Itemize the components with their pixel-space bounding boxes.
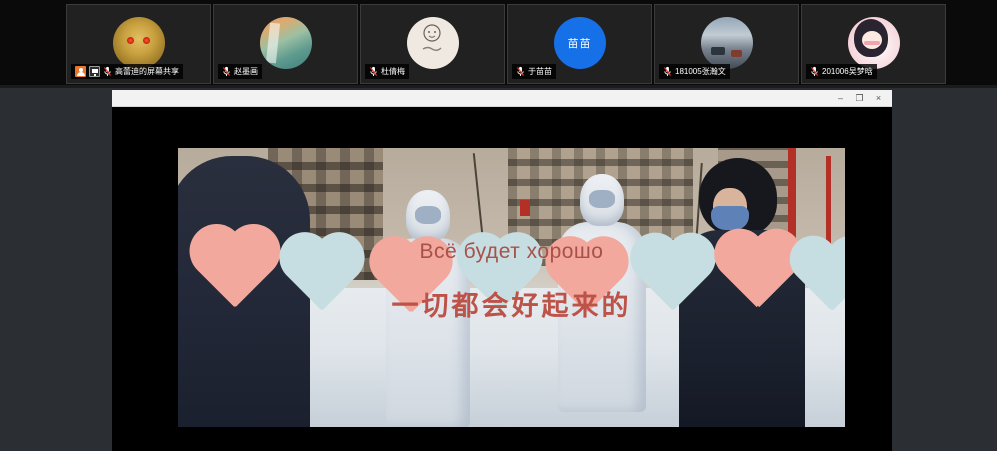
participant-tile[interactable]: 201006吴梦晗 <box>801 4 946 84</box>
scene-face-mask <box>711 206 749 230</box>
caption-russian: Всё будет хорошо <box>178 240 845 264</box>
scene-visor <box>415 206 441 224</box>
participant-label: 赵墨画 <box>218 64 262 79</box>
participant-label: 高蕾迪的屏幕共享 <box>71 64 183 79</box>
restore-button[interactable]: ❐ <box>852 92 867 105</box>
participant-tiles: 高蕾迪的屏幕共享 赵墨画 <box>66 4 946 84</box>
minimize-button[interactable]: – <box>833 92 848 105</box>
participant-tile[interactable]: 赵墨画 <box>213 4 358 84</box>
participant-tile-sharer[interactable]: 高蕾迪的屏幕共享 <box>66 4 211 84</box>
participant-strip: 高蕾迪的屏幕共享 赵墨画 <box>0 0 997 88</box>
shared-video-window: – ❐ × <box>112 90 892 451</box>
avatar-anime-girl <box>848 17 900 69</box>
participant-tile[interactable]: 苗苗 于苗苗 <box>507 4 652 84</box>
caption-chinese: 一切都会好起来的 <box>178 284 845 323</box>
participant-name: 赵墨画 <box>234 66 258 77</box>
participant-name: 于苗苗 <box>528 66 552 77</box>
video-frame: Всё будет хорошо 一切都会好起来的 <box>178 148 845 427</box>
close-button[interactable]: × <box>871 92 886 105</box>
avatar-detail <box>711 47 725 55</box>
avatar-detail <box>265 23 279 64</box>
mic-muted-icon <box>222 66 231 77</box>
mic-muted-icon <box>103 66 112 77</box>
avatar-street-photo <box>701 17 753 69</box>
avatar-doodle-face <box>407 17 459 69</box>
mic-muted-icon <box>663 66 672 77</box>
participant-tile[interactable]: 181005张瀚文 <box>654 4 799 84</box>
participant-label: 杜倩梅 <box>365 64 409 79</box>
participant-label: 181005张瀚文 <box>659 64 730 79</box>
avatar-detail <box>417 23 447 59</box>
participant-name: 201006吴梦晗 <box>822 66 873 77</box>
avatar-blue-initials: 苗苗 <box>554 17 606 69</box>
avatar-oil-painting <box>260 17 312 69</box>
video-player-background: Всё будет хорошо 一切都会好起来的 <box>112 107 892 451</box>
presenter-icon <box>75 66 86 77</box>
avatar-detail <box>127 37 134 44</box>
avatar-detail <box>862 31 882 49</box>
scene-visor <box>589 190 615 208</box>
avatar-golden-cat <box>113 17 165 69</box>
mic-muted-icon <box>369 66 378 77</box>
avatar-detail <box>143 37 150 44</box>
scene-red-flag <box>520 200 530 216</box>
participant-label: 于苗苗 <box>512 64 556 79</box>
shared-screen-area: – ❐ × <box>0 88 997 451</box>
participant-label: 201006吴梦晗 <box>806 64 877 79</box>
mic-muted-icon <box>516 66 525 77</box>
avatar-initials: 苗苗 <box>568 35 592 51</box>
mic-muted-icon <box>810 66 819 77</box>
avatar-detail <box>731 50 742 57</box>
avatar-detail <box>864 41 880 45</box>
participant-name: 181005张瀚文 <box>675 66 726 77</box>
participant-name: 高蕾迪的屏幕共享 <box>115 66 179 77</box>
window-titlebar: – ❐ × <box>112 90 892 107</box>
screen-share-icon <box>89 66 100 77</box>
participant-tile[interactable]: 杜倩梅 <box>360 4 505 84</box>
participant-name: 杜倩梅 <box>381 66 405 77</box>
